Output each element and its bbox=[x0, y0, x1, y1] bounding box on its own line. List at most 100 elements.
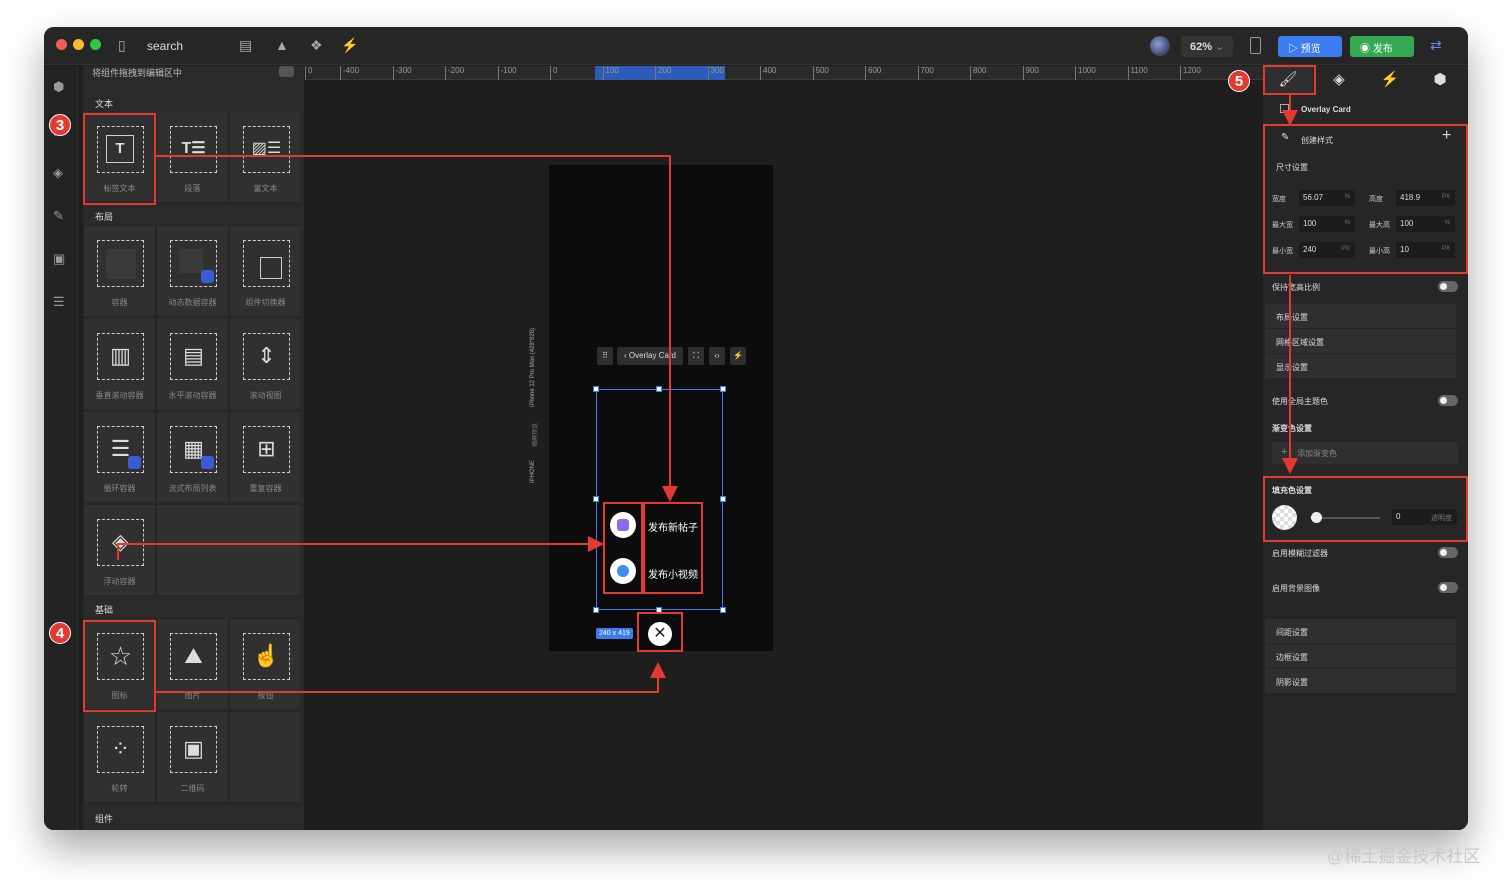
sidebar-toggle-icon[interactable]: ▯ bbox=[118, 37, 126, 54]
highlight-icon-tile bbox=[83, 620, 156, 712]
horizontal-scroll-icon: ▤ bbox=[170, 333, 217, 380]
tile-image[interactable]: ⛰ 图片 bbox=[156, 618, 229, 710]
bg-image-toggle[interactable] bbox=[1438, 582, 1458, 593]
preview-button[interactable]: ▷ 预览 bbox=[1278, 36, 1342, 57]
highlight-size-settings bbox=[1263, 124, 1468, 274]
tile-component-switcher[interactable]: 组件切换器 bbox=[229, 225, 302, 317]
grid-settings-row[interactable]: 网格区域设置 bbox=[1265, 329, 1456, 353]
maximize-window-button[interactable] bbox=[90, 39, 101, 50]
blur-filter-toggle[interactable] bbox=[1438, 547, 1458, 558]
tab-component-icon[interactable]: ◈ bbox=[1314, 66, 1364, 93]
breadcrumb-component[interactable]: ‹ Overlay Card bbox=[617, 347, 683, 365]
floating-container-icon: ◈ bbox=[97, 519, 144, 566]
border-settings-row[interactable]: 边框设置 bbox=[1265, 644, 1456, 668]
theme-color-toggle[interactable] bbox=[1438, 395, 1458, 406]
resize-handle[interactable] bbox=[593, 607, 599, 613]
step-badge-4: 4 bbox=[49, 622, 71, 644]
minimize-window-button[interactable] bbox=[73, 39, 84, 50]
highlight-close-button bbox=[637, 612, 683, 652]
section-basic: 基础 bbox=[95, 605, 114, 615]
tile-flow-list[interactable]: ▦ 流式布局列表 bbox=[156, 411, 229, 503]
shadow-settings-row[interactable]: 阴影设置 bbox=[1265, 669, 1456, 693]
layers-icon[interactable]: ◈ bbox=[53, 165, 69, 180]
publish-button[interactable]: ◉ 发布 bbox=[1350, 36, 1414, 57]
ruler-tick: 0 bbox=[305, 66, 312, 80]
watermark: @稀土掘金技术社区 bbox=[1327, 847, 1481, 866]
action-icon[interactable]: ⚡ bbox=[341, 37, 358, 54]
tile-empty bbox=[156, 504, 302, 596]
components-icon[interactable]: ⬢ bbox=[53, 79, 69, 94]
tile-label: 组件切换器 bbox=[245, 298, 286, 307]
device-label: iPhone 12 Pro Max (428*926) bbox=[530, 327, 536, 407]
tile-label: 循环容器 bbox=[103, 484, 136, 493]
tile-label: 轮转 bbox=[111, 784, 128, 793]
device-mid-label: 横屏预览 bbox=[533, 422, 539, 447]
tile-label: 富文本 bbox=[253, 184, 278, 193]
tile-floating-container[interactable]: ◈ 浮动容器 bbox=[83, 504, 156, 596]
palette-hint: 将组件拖拽到编辑区中 bbox=[92, 68, 183, 78]
ruler-tick: 300 bbox=[707, 66, 724, 80]
device-icon[interactable] bbox=[1250, 37, 1261, 54]
component-checkbox-icon[interactable] bbox=[1280, 104, 1289, 113]
tab-package-icon[interactable]: ⬢ bbox=[1415, 66, 1465, 93]
tile-dynamic-data-container[interactable]: 动态数据容器 bbox=[156, 225, 229, 317]
zoom-select[interactable]: 62% ⌄ bbox=[1181, 36, 1233, 57]
ruler-tick: 200 bbox=[655, 66, 671, 80]
pin-icon[interactable]: ✎ bbox=[53, 208, 69, 223]
settings-sliders-icon[interactable]: ⇄ bbox=[1430, 37, 1442, 54]
gradient-settings-title: 渐变色设置 bbox=[1272, 424, 1312, 433]
ruler-tick: 900 bbox=[1022, 66, 1039, 80]
ruler-tick: -300 bbox=[392, 66, 412, 80]
close-window-button[interactable] bbox=[56, 39, 67, 50]
tile-label: 垂直滚动容器 bbox=[95, 391, 144, 400]
tile-vertical-scroll[interactable]: ▥ 垂直滚动容器 bbox=[83, 318, 156, 410]
bolt-icon[interactable]: ⚡ bbox=[730, 347, 746, 365]
highlight-fill-settings bbox=[1263, 476, 1468, 542]
tile-loop-container[interactable]: ☰ 循环容器 bbox=[83, 411, 156, 503]
tile-container[interactable]: 容器 bbox=[83, 225, 156, 317]
tile-rich-text[interactable]: ▨☰ 富文本 bbox=[229, 111, 302, 203]
avatar[interactable] bbox=[1150, 36, 1170, 56]
ruler-tick: -100 bbox=[497, 66, 517, 80]
drag-handle-icon[interactable]: ⠿ bbox=[597, 347, 613, 365]
add-gradient-button[interactable]: 添加渐变色 bbox=[1272, 442, 1458, 464]
tile-button[interactable]: ☝ 按钮 bbox=[229, 618, 302, 710]
tile-qrcode[interactable]: ▣ 二维码 bbox=[156, 711, 229, 803]
fullscreen-icon[interactable]: ⛶ bbox=[688, 347, 704, 365]
ruler-tick: 1200 bbox=[1180, 66, 1201, 80]
shape-icon[interactable]: ▲ bbox=[275, 37, 289, 53]
resize-handle[interactable] bbox=[593, 496, 599, 502]
database-icon bbox=[201, 456, 214, 469]
tile-scroll-view[interactable]: ⇕ 滚动视图 bbox=[229, 318, 302, 410]
tile-carousel[interactable]: ⁘ 轮转 bbox=[83, 711, 156, 803]
spacing-settings-row[interactable]: 间距设置 bbox=[1265, 619, 1456, 643]
search-label[interactable]: search bbox=[147, 39, 183, 53]
design-canvas[interactable] bbox=[305, 81, 1263, 830]
ruler-tick: 400 bbox=[760, 66, 776, 80]
resize-handle[interactable] bbox=[656, 386, 662, 392]
resize-handle[interactable] bbox=[720, 607, 726, 613]
resize-handle[interactable] bbox=[593, 386, 599, 392]
layout-settings-row[interactable]: 布局设置 bbox=[1265, 304, 1456, 328]
ruler-tick: -200 bbox=[445, 66, 464, 80]
section-components: 组件 bbox=[95, 814, 114, 824]
resize-handle[interactable] bbox=[720, 386, 726, 392]
keep-ratio-toggle[interactable] bbox=[1438, 281, 1458, 292]
page-icon[interactable]: ▤ bbox=[239, 37, 252, 54]
component-icon[interactable]: ❖ bbox=[310, 37, 323, 54]
tile-repeat-container[interactable]: ⊞ 重复容器 bbox=[229, 411, 302, 503]
tile-horizontal-scroll[interactable]: ▤ 水平滚动容器 bbox=[156, 318, 229, 410]
data-icon[interactable]: ☰ bbox=[53, 294, 69, 309]
resize-handle[interactable] bbox=[720, 496, 726, 502]
vertical-scroll-icon: ▥ bbox=[97, 333, 144, 380]
preview-label: 预览 bbox=[1300, 44, 1321, 55]
tab-events-bolt-icon[interactable]: ⚡ bbox=[1365, 66, 1415, 93]
pages-icon[interactable]: ▣ bbox=[53, 251, 69, 266]
highlight-style-tab bbox=[1263, 65, 1316, 95]
switcher-icon bbox=[243, 240, 290, 287]
code-icon[interactable]: ‹› bbox=[709, 347, 725, 365]
device-small-label: IPHONE bbox=[530, 459, 536, 483]
tile-paragraph[interactable]: T☰ 段落 bbox=[156, 111, 229, 203]
collapse-palette-button[interactable] bbox=[279, 66, 294, 77]
display-settings-row[interactable]: 显示设置 bbox=[1265, 354, 1456, 378]
